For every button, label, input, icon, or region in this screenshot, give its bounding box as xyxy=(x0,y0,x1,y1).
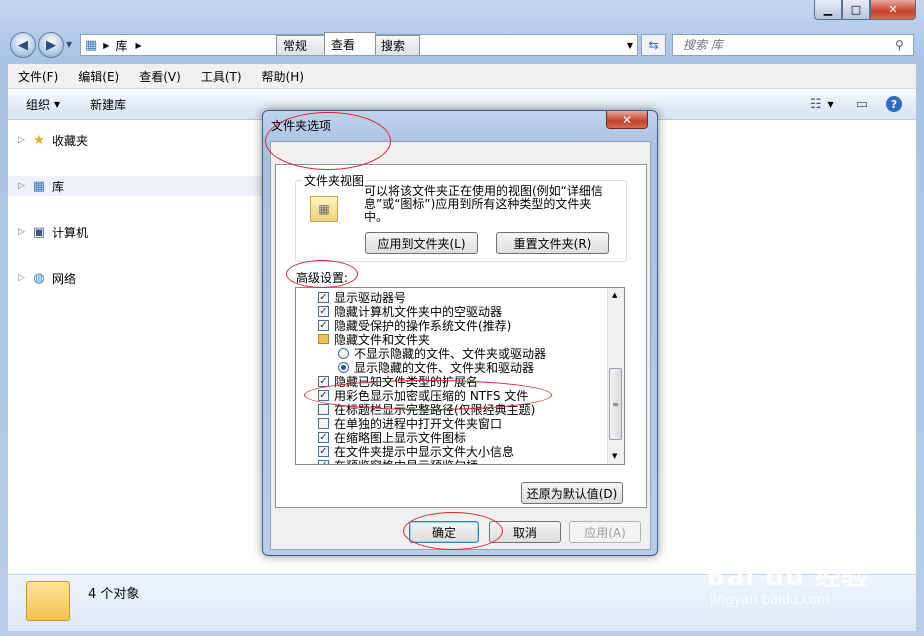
back-arrow-icon: ◀ xyxy=(18,37,28,53)
tab-general[interactable]: 常规 xyxy=(276,35,326,55)
address-dropdown-icon[interactable]: ▼ xyxy=(627,41,633,50)
close-icon: ✕ xyxy=(621,112,633,127)
radio-button[interactable] xyxy=(338,347,349,359)
organize-button[interactable]: 组织 ▼ xyxy=(26,96,60,113)
expand-icon[interactable]: ▷ xyxy=(18,181,30,191)
checkbox[interactable] xyxy=(318,417,329,429)
library-icon: ▦ xyxy=(85,37,98,53)
nav-item-libraries[interactable]: ▷ ▦ 库 xyxy=(8,176,264,196)
tab-search[interactable]: 搜索 xyxy=(374,35,420,55)
chevron-down-icon: ▼ xyxy=(54,99,61,109)
navigation-pane: ▷ ★ 收藏夹 ▷ ▦ 库 ▷ ▣ 计算机 ▷ ◍ 网络 xyxy=(8,120,264,574)
menu-file[interactable]: 文件(F) xyxy=(8,68,68,85)
recent-pages-chevron-icon[interactable]: ▼ xyxy=(66,40,72,49)
breadcrumb-separator-icon: ▶ xyxy=(135,40,142,50)
dialog-title: 文件夹选项 xyxy=(271,119,332,133)
watermark-brand: Bai du 经验 xyxy=(706,562,869,592)
reset-folders-button[interactable]: 重置文件夹(R) xyxy=(496,232,609,254)
star-icon: ★ xyxy=(33,132,45,148)
setting-preview-handlers[interactable]: ✓在预览窗格中显示预览句柄 xyxy=(318,458,478,464)
maximize-button[interactable]: □ xyxy=(842,0,870,20)
back-button[interactable]: ◀ xyxy=(10,32,36,58)
baidu-watermark: Bai du 经验 jingyan.baidu.com xyxy=(706,556,876,620)
nav-item-favorites[interactable]: ▷ ★ 收藏夹 xyxy=(18,130,88,150)
menu-help[interactable]: 帮助(H) xyxy=(252,68,314,85)
cancel-button[interactable]: 取消 xyxy=(489,521,561,543)
search-icon: ⚲ xyxy=(895,38,904,52)
radio-button[interactable] xyxy=(338,361,349,373)
advanced-settings-list[interactable]: ✓ 显示驱动器号 ✓ 隐藏计算机文件夹中的空驱动器 ✓ 隐藏受保护的操作系统文件(推荐… xyxy=(295,287,625,465)
checkbox[interactable]: ✓ xyxy=(318,291,329,303)
tab-view[interactable]: 查看 xyxy=(324,32,376,55)
refresh-icon: ⇆ xyxy=(648,38,659,52)
checkbox[interactable]: ✓ xyxy=(318,459,329,464)
library-icon: ▦ xyxy=(32,178,46,194)
expand-icon[interactable]: ▷ xyxy=(18,227,30,237)
folder-view-description: 可以将该文件夹正在使用的视图(例如“详细信息”或“图标”)应用到所有这种类型的文… xyxy=(364,184,603,224)
ok-button[interactable]: 确定 xyxy=(409,521,479,543)
refresh-button[interactable]: ⇆ xyxy=(641,34,666,56)
network-icon: ◍ xyxy=(33,270,45,286)
nav-item-network[interactable]: ▷ ◍ 网络 xyxy=(18,268,76,288)
close-button[interactable]: ✕ xyxy=(870,0,916,20)
item-count: 4 个对象 xyxy=(88,587,140,602)
computer-icon: ▣ xyxy=(32,224,46,240)
breadcrumb-separator-icon: ▶ xyxy=(103,40,110,50)
help-icon[interactable]: ? xyxy=(886,96,902,112)
advanced-settings-label: 高级设置: xyxy=(296,271,349,285)
breadcrumb-libraries[interactable]: 库 xyxy=(115,37,127,54)
scroll-up-icon[interactable]: ▲ xyxy=(612,291,617,299)
nav-item-computer[interactable]: ▷ ▣ 计算机 xyxy=(18,222,88,242)
forward-button[interactable]: ▶ xyxy=(38,32,64,58)
folder-icon xyxy=(318,334,329,344)
chevron-down-icon[interactable]: ▼ xyxy=(828,100,834,109)
minimize-button[interactable]: ▁ xyxy=(814,0,842,20)
checkbox[interactable]: ✓ xyxy=(318,389,329,401)
view-options-icon[interactable]: ☷ xyxy=(810,97,822,112)
preview-pane-icon[interactable]: ▭ xyxy=(856,97,868,112)
folder-view-icon: ▦ xyxy=(310,196,338,222)
restore-defaults-button[interactable]: 还原为默认值(D) xyxy=(521,482,623,504)
scroll-thumb[interactable]: ≡ xyxy=(609,368,622,440)
search-box[interactable]: ⚲ xyxy=(672,34,914,56)
folder-library-icon xyxy=(26,581,70,621)
menu-tools[interactable]: 工具(T) xyxy=(191,68,252,85)
menu-view[interactable]: 查看(V) xyxy=(129,68,191,85)
expand-icon[interactable]: ▷ xyxy=(18,273,30,283)
apply-button[interactable]: 应用(A) xyxy=(569,521,641,543)
checkbox[interactable]: ✓ xyxy=(318,431,329,443)
checkbox[interactable]: ✓ xyxy=(318,319,329,331)
checkbox[interactable]: ✓ xyxy=(318,375,329,387)
checkbox[interactable]: ✓ xyxy=(318,305,329,317)
list-scrollbar[interactable]: ▲ ≡ ▼ xyxy=(607,288,624,464)
search-input[interactable] xyxy=(681,37,895,53)
dialog-close-button[interactable]: ✕ xyxy=(606,111,648,129)
checkbox[interactable] xyxy=(318,403,329,415)
scroll-down-icon[interactable]: ▼ xyxy=(612,452,617,460)
new-library-button[interactable]: 新建库 xyxy=(90,96,126,113)
menu-bar: 文件(F) 编辑(E) 查看(V) 工具(T) 帮助(H) xyxy=(8,64,916,89)
folder-view-label: 文件夹视图 xyxy=(302,172,367,189)
apply-to-folders-button[interactable]: 应用到文件夹(L) xyxy=(365,232,478,254)
menu-edit[interactable]: 编辑(E) xyxy=(68,68,129,85)
watermark-url: jingyan.baidu.com xyxy=(710,593,830,608)
checkbox[interactable]: ✓ xyxy=(318,445,329,457)
forward-arrow-icon: ▶ xyxy=(46,37,56,53)
expand-icon[interactable]: ▷ xyxy=(18,135,30,145)
